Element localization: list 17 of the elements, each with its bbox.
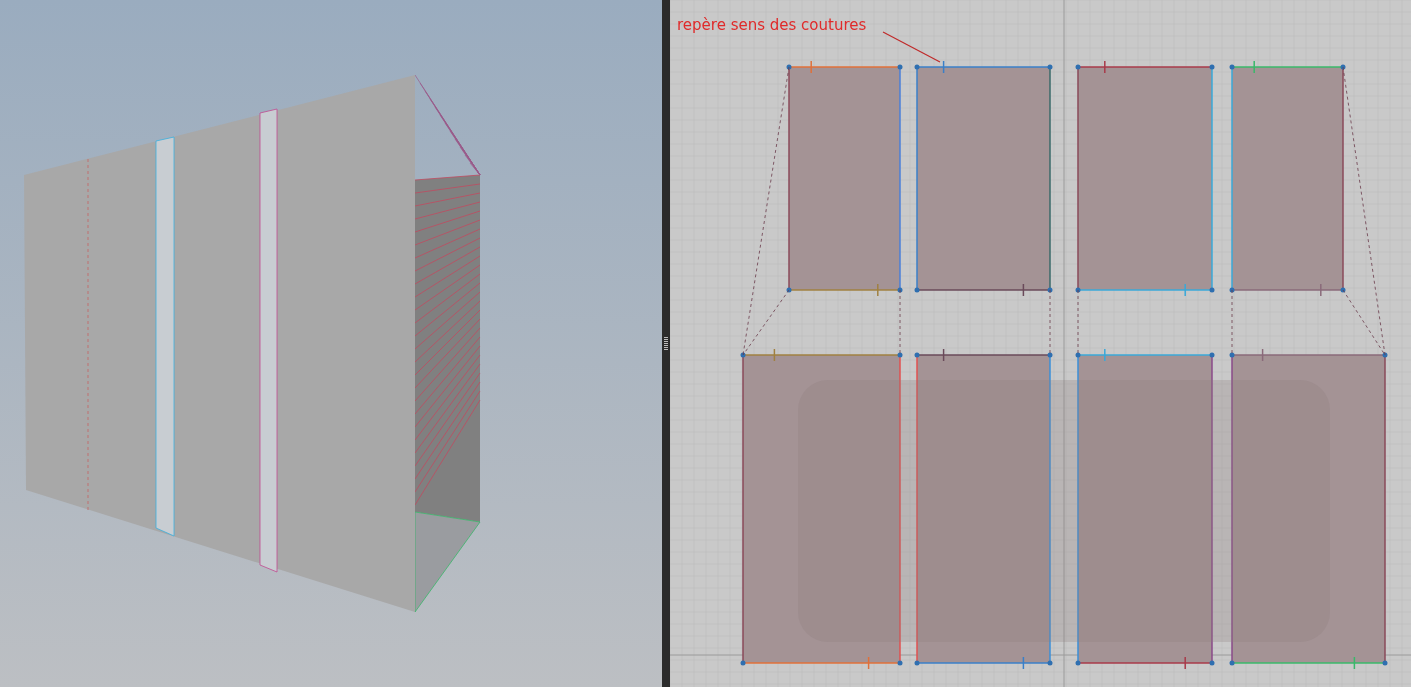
leader-line: [882, 31, 941, 63]
3d-viewport[interactable]: [0, 0, 662, 687]
2d-pattern-canvas[interactable]: repère sens des coutures: [670, 0, 1411, 687]
annotation-label: repère sens des coutures: [677, 16, 867, 34]
pattern-piece[interactable]: [1075, 348, 1215, 670]
pattern-piece[interactable]: [1229, 60, 1346, 297]
seam-link-line: [1077, 289, 1079, 356]
seam-link-line: [1231, 289, 1233, 356]
pattern-piece[interactable]: [1229, 348, 1388, 670]
pattern-piece[interactable]: [1075, 60, 1215, 297]
seam-link-line: [899, 289, 901, 356]
garment-3d-drawing[interactable]: [24, 74, 481, 613]
pattern-piece[interactable]: [914, 60, 1053, 297]
pattern-piece[interactable]: [740, 348, 903, 670]
pattern-piece[interactable]: [914, 348, 1053, 670]
seam-link-line: [1049, 289, 1051, 356]
pattern-piece[interactable]: [786, 60, 903, 297]
